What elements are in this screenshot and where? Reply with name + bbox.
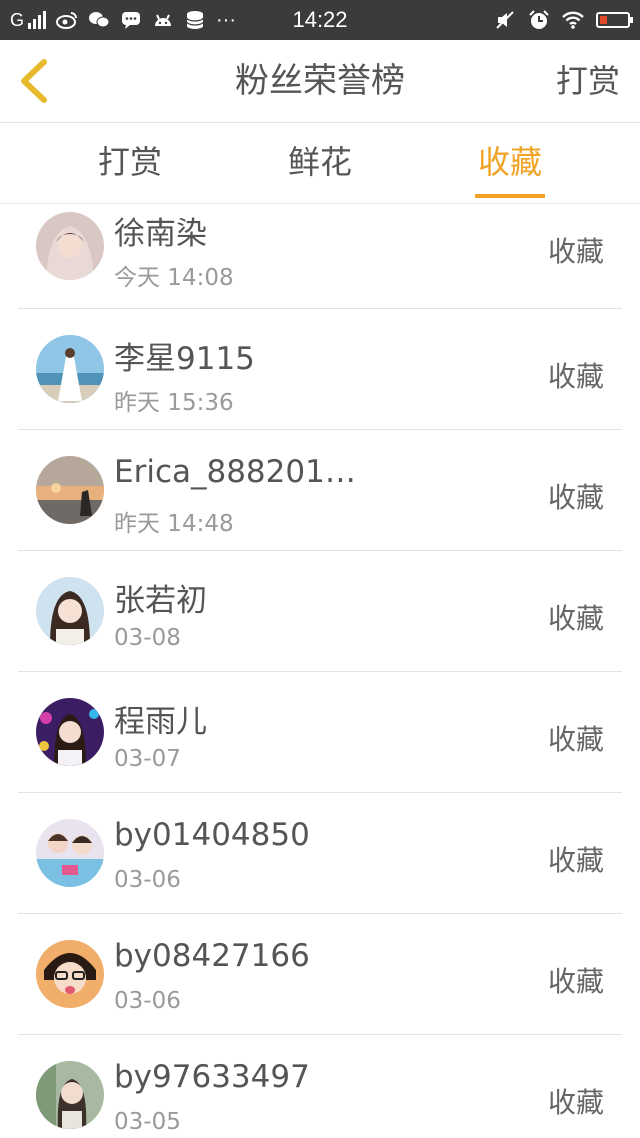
- fan-action-type: 收藏: [547, 360, 604, 393]
- fan-name: by97633497: [114, 1059, 310, 1095]
- fan-action-type: 收藏: [547, 723, 604, 756]
- wifi-icon: [562, 11, 584, 29]
- fan-time: 03-06: [114, 867, 181, 893]
- avatar: [36, 212, 104, 280]
- avatar: [36, 819, 104, 887]
- status-bar: G ··· 14:22: [0, 0, 640, 40]
- tab-flowers[interactable]: 鲜花: [250, 123, 390, 203]
- status-right-icons: [494, 0, 633, 40]
- battery-level: [600, 16, 607, 24]
- back-button[interactable]: [14, 58, 54, 104]
- avatar: [36, 698, 104, 766]
- battery-icon: [596, 12, 633, 28]
- fan-name: 张若初: [114, 583, 207, 619]
- list-item[interactable]: 张若初 03-08 收藏: [18, 551, 622, 672]
- fan-action-type: 收藏: [547, 602, 604, 635]
- fan-action-type: 收藏: [547, 965, 604, 998]
- chevron-left-icon: [21, 59, 47, 103]
- alarm-icon: [529, 10, 549, 29]
- fan-time: 今天 14:08: [114, 265, 234, 291]
- active-tab-indicator: [475, 194, 545, 198]
- mute-icon: [496, 11, 514, 29]
- tab-bar: 打赏 鲜花 收藏: [0, 123, 640, 204]
- fan-time: 03-07: [114, 746, 181, 772]
- tab-label: 收藏: [477, 143, 542, 181]
- fan-name: 徐南染: [114, 216, 207, 252]
- fan-time: 03-05: [114, 1109, 181, 1135]
- tab-label: 鲜花: [287, 143, 352, 181]
- fan-name: 程雨儿: [114, 704, 207, 740]
- fan-action-type: 收藏: [547, 1086, 604, 1119]
- fan-time: 昨天 15:36: [114, 390, 234, 416]
- tab-reward[interactable]: 打赏: [60, 123, 200, 203]
- avatar: [36, 940, 104, 1008]
- fan-action-type: 收藏: [547, 844, 604, 877]
- tab-favorites[interactable]: 收藏: [440, 123, 580, 203]
- fan-time: 03-08: [114, 625, 181, 651]
- avatar: [36, 577, 104, 645]
- fan-time: 03-06: [114, 988, 181, 1014]
- list-item[interactable]: 程雨儿 03-07 收藏: [18, 672, 622, 793]
- fan-action-type: 收藏: [547, 481, 604, 514]
- avatar: [36, 456, 104, 524]
- page-title: 粉丝荣誉榜: [235, 61, 405, 101]
- fan-name: 李星9115: [114, 341, 255, 377]
- list-item[interactable]: by08427166 03-06 收藏: [18, 914, 622, 1035]
- fan-name: by08427166: [114, 938, 310, 974]
- list-item[interactable]: by01404850 03-06 收藏: [18, 793, 622, 914]
- list-item[interactable]: Erica_888201… 昨天 14:48 收藏: [18, 430, 622, 551]
- avatar: [36, 335, 104, 403]
- fan-action-type: 收藏: [547, 235, 604, 268]
- fan-name: Erica_888201…: [114, 454, 356, 490]
- top-nav-bar: 粉丝荣誉榜 打赏: [0, 40, 640, 123]
- list-item[interactable]: 李星9115 昨天 15:36 收藏: [18, 309, 622, 430]
- list-item[interactable]: by97633497 03-05 收藏: [18, 1035, 622, 1138]
- tab-label: 打赏: [97, 143, 162, 181]
- list-item[interactable]: 徐南染 今天 14:08 收藏: [18, 204, 622, 309]
- fan-list: 徐南染 今天 14:08 收藏 李星9115 昨天 15:36 收藏 Erica…: [0, 204, 640, 1138]
- fan-time: 昨天 14:48: [114, 511, 234, 537]
- reward-button[interactable]: 打赏: [556, 40, 620, 122]
- avatar: [36, 1061, 104, 1129]
- fan-name: by01404850: [114, 817, 310, 853]
